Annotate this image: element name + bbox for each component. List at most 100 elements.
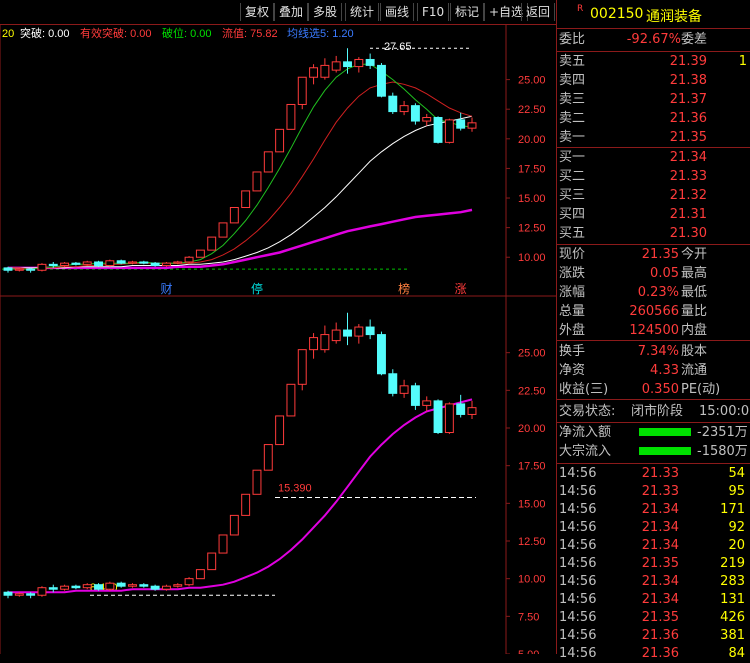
quote-row: 现价 21.35 今开 [557,245,750,264]
upper-candle [128,261,137,264]
tick-row: 14:56 21.33 54 [557,464,750,483]
upper-candle [241,190,251,208]
indicator-powei: 破位: 0.00 [162,26,212,40]
upper-candle [207,236,217,251]
y-tick-label: 10.00 [518,252,546,264]
upper-candle [263,151,273,173]
tick-row: 14:56 21.35 426 [557,608,750,627]
tick-price: 21.33 [641,484,679,499]
upper-candle [94,261,103,267]
upper-candle [343,61,352,68]
toolbar-button-2[interactable]: 多股 [308,3,343,21]
indicator-tupo: 突破: 0.00 [20,26,70,40]
trade-status-row: 交易状态: 闭市阶段 15:00:00 [557,402,750,421]
upper-candle [422,117,432,122]
lower-candle [467,407,477,415]
indicator-prefix: 20 [2,28,14,40]
sell-row-4: 卖四 21.38 [557,71,750,90]
y-tick-label: 20.00 [518,134,546,146]
quote-label: 涨幅 [559,285,586,300]
toolbar-button-3[interactable]: 统计 [345,3,380,21]
lower-candle [150,585,160,590]
toolbar-button-1[interactable]: 叠加 [274,3,309,21]
stat-right-label: PE(动) [681,382,721,397]
tick-price: 21.35 [641,556,679,571]
sell-label: 卖四 [559,73,586,88]
upper-candle [161,262,171,267]
upper-candle [184,256,194,263]
indicator-more: 均线选5: 1.20 [287,26,354,40]
buy-price: 21.34 [669,150,707,165]
lower-candle [139,584,149,587]
toolbar-button-5[interactable]: F10 [417,3,450,21]
y-tick-label: 12.50 [518,223,546,235]
y-tick-label: 25.00 [518,348,546,360]
quote-right-label: 最高 [681,266,708,281]
tick-price: 21.34 [641,538,679,553]
stock-title-bar: R 002150 通润装备 [557,0,750,29]
stat-right-label: 股本 [681,344,708,359]
quote-right-label: 量比 [681,304,708,319]
weicha-label: 委差 [681,32,708,47]
lower-candle [399,385,409,394]
stat-row: 净资 4.33 流通 [557,361,750,380]
lower-candle [173,584,183,587]
quote-label: 涨跌 [559,266,586,281]
quote-row: 涨跌 0.05 最高 [557,264,750,283]
lower-candle [275,415,285,446]
flow-value: -2351万 [697,425,748,440]
buy-price: 21.32 [669,188,707,203]
quote-right-label: 内盘 [681,323,708,338]
upper-candle [26,268,36,271]
y-tick-label: 22.50 [518,385,546,397]
sell-price: 21.36 [669,111,707,126]
tick-row: 14:56 21.35 219 [557,554,750,573]
weibi-value: -92.67% [626,32,681,47]
upper-candle [456,119,466,129]
buy-label: 买二 [559,169,586,184]
lower-candle [365,326,375,336]
tick-qty: 54 [728,466,745,481]
quote-right-label: 最低 [681,285,708,300]
stat-right-label: 流通 [681,363,708,378]
toolbar-button-8[interactable]: 返回 [521,3,556,21]
high-label: 27.65 [384,41,412,53]
kline-chart-area[interactable]: 20 突破: 0.00 有效突破: 0.00 破位: 0.00 流值: 75.82 均线选… [0,25,556,654]
toolbar-button-6[interactable]: 标记 [450,3,485,21]
buy-row-2: 买二 21.33 [557,167,750,186]
upper-candle [195,249,205,258]
stock-mark: R [577,4,584,14]
sell-label: 卖三 [559,92,586,107]
lower-candle [128,584,137,587]
toolbar-button-0[interactable]: 复权 [240,3,275,21]
buy-row-5: 买五 21.30 [557,224,750,243]
upper-candle [252,171,262,192]
buy-price: 21.31 [669,207,707,222]
upper-candle [105,260,115,267]
y-tick-label: 17.50 [518,461,546,473]
lower-candle [309,337,319,351]
tick-row: 14:56 21.33 95 [557,482,750,501]
upper-candle [173,261,183,264]
lower-candle [105,582,115,590]
sell-price: 21.38 [669,73,707,88]
event-mark: 榜 [398,281,410,296]
lower-candle [195,569,205,580]
event-mark: 停 [251,281,263,296]
quote-value: 0.23% [637,285,679,300]
toolbar-button-4[interactable]: 画线 [380,3,415,21]
lower-candle [71,585,81,589]
event-mark: 涨 [455,281,467,296]
quote-value: 21.35 [641,247,679,262]
tick-row: 14:56 21.34 92 [557,518,750,537]
sell-row-1: 卖一 21.35 [557,128,750,147]
quote-value: 260566 [629,304,679,319]
quote-panel: R 002150 通润装备 委比 -92.67% 委差 交易状态: 闭市阶段 1… [556,0,750,661]
sell-row-5: 卖五 21.39 1 [557,52,750,71]
upper-candle [218,222,228,238]
flow-row: 大宗流入 -1580万 [557,442,750,461]
trade-status-time: 15:00:00 [699,404,750,419]
quote-label: 总量 [559,304,586,319]
tick-row: 14:56 21.34 131 [557,590,750,609]
lower-candle [116,582,126,587]
